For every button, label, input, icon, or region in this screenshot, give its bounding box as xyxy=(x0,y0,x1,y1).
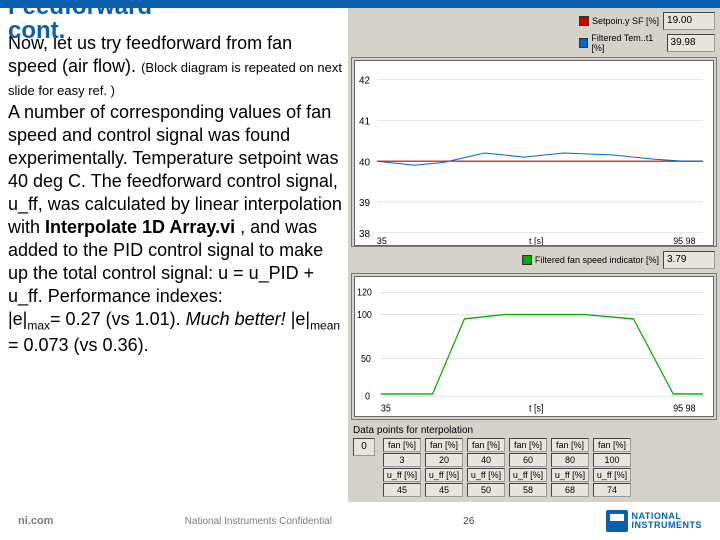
body-text: Now, let us try feedforward from fan spe… xyxy=(8,32,342,357)
svg-text:35: 35 xyxy=(377,236,387,245)
legend-item: Filtered Tem..t1 [%] 39.98 xyxy=(577,32,717,54)
perf1-b: = 0.27 (vs 1.01). xyxy=(50,309,186,329)
interp-col: fan [%]80u_ff [%]68 xyxy=(551,438,589,497)
temperature-chart: 42 41 40 39 38 35 95 98 t [s] xyxy=(351,57,717,247)
col-fan-val[interactable]: 100 xyxy=(593,453,631,467)
interp-col: fan [%]60u_ff [%]58 xyxy=(509,438,547,497)
ni-logo: NATIONAL INSTRUMENTS xyxy=(606,510,703,532)
svg-text:95 98: 95 98 xyxy=(673,403,695,415)
col-lab: u_ff [%] xyxy=(509,468,547,482)
title-line-2: cont. xyxy=(8,20,152,42)
swatch-icon xyxy=(522,255,532,265)
fanspeed-chart: 120 100 50 0 35 95 98 t [s] xyxy=(351,273,717,420)
col-hdr: fan [%] xyxy=(467,438,505,452)
perf1-c: Much better! xyxy=(186,309,286,329)
chart1-legend: Setpoin.y SF [%] 19.00 Filtered Tem..t1 … xyxy=(577,11,717,54)
col-uff-val[interactable]: 45 xyxy=(383,483,421,497)
col-fan-val[interactable]: 80 xyxy=(551,453,589,467)
svg-text:50: 50 xyxy=(361,354,371,366)
col-uff-val[interactable]: 74 xyxy=(593,483,631,497)
svg-text:t [s]: t [s] xyxy=(529,403,543,415)
legend-item: Setpoin.y SF [%] 19.00 xyxy=(577,11,717,31)
footer-left: ni.com xyxy=(18,515,53,527)
interp-col: fan [%]3u_ff [%]45 xyxy=(383,438,421,497)
plot-area[interactable]: 120 100 50 0 35 95 98 t [s] xyxy=(354,276,714,417)
footer: ni.com National Instruments Confidential… xyxy=(0,502,720,540)
col-lab: u_ff [%] xyxy=(467,468,505,482)
svg-text:0: 0 xyxy=(365,391,370,403)
col-fan-val[interactable]: 20 xyxy=(425,453,463,467)
col-hdr: fan [%] xyxy=(593,438,631,452)
brand-2: INSTRUMENTS xyxy=(632,521,703,530)
svg-text:41: 41 xyxy=(359,116,370,127)
swatch-icon xyxy=(579,38,588,48)
col-uff-val[interactable]: 50 xyxy=(467,483,505,497)
interp-col: fan [%]20u_ff [%]45 xyxy=(425,438,463,497)
left-column: Feedforward cont. Now, let us try feedfo… xyxy=(0,8,348,502)
legend-label: Setpoin.y SF [%] xyxy=(592,16,659,26)
svg-text:120: 120 xyxy=(357,287,372,299)
col-uff-val[interactable]: 58 xyxy=(509,483,547,497)
chart-svg: 42 41 40 39 38 35 95 98 t [s] xyxy=(355,61,713,245)
plot-area[interactable]: 42 41 40 39 38 35 95 98 t [s] xyxy=(354,60,714,246)
svg-text:100: 100 xyxy=(357,309,372,321)
interp-title: Data points for nterpolation xyxy=(353,425,715,436)
page: Feedforward cont. Now, let us try feedfo… xyxy=(0,8,720,502)
legend-value[interactable]: 39.98 xyxy=(667,34,715,52)
interp-grid: 0 fan [%]3u_ff [%]45fan [%]20u_ff [%]45f… xyxy=(353,438,715,497)
col-uff-val[interactable]: 68 xyxy=(551,483,589,497)
col-fan-val[interactable]: 3 xyxy=(383,453,421,467)
perf2-a: |e| xyxy=(291,309,310,329)
perf2-b: = 0.073 (vs 0.36). xyxy=(8,335,149,355)
legend-value[interactable]: 3.79 xyxy=(663,251,715,269)
col-lab: u_ff [%] xyxy=(383,468,421,482)
index-cell[interactable]: 0 xyxy=(353,438,375,456)
chart-svg: 120 100 50 0 35 95 98 t [s] xyxy=(355,277,713,416)
legend-item: Filtered fan speed indicator [%] 3.79 xyxy=(520,250,717,270)
svg-text:35: 35 xyxy=(381,403,391,415)
svg-text:38: 38 xyxy=(359,229,370,240)
svg-text:t [s]: t [s] xyxy=(529,236,543,245)
swatch-icon xyxy=(579,16,589,26)
chart2-legend-row: Filtered fan speed indicator [%] 3.79 xyxy=(351,250,717,270)
slide-title: Feedforward cont. xyxy=(8,0,152,41)
perf1-a: |e| xyxy=(8,309,27,329)
perf2-sub: mean xyxy=(310,319,340,333)
col-fan-val[interactable]: 40 xyxy=(467,453,505,467)
svg-text:39: 39 xyxy=(359,198,370,209)
interp-col: fan [%]100u_ff [%]74 xyxy=(593,438,631,497)
col-lab: u_ff [%] xyxy=(425,468,463,482)
col-hdr: fan [%] xyxy=(509,438,547,452)
col-uff-val[interactable]: 45 xyxy=(425,483,463,497)
perf1-sub: max xyxy=(27,319,50,333)
interp-col: fan [%]40u_ff [%]50 xyxy=(467,438,505,497)
chart1-legend-row: Setpoin.y SF [%] 19.00 Filtered Tem..t1 … xyxy=(351,11,717,54)
svg-text:40: 40 xyxy=(359,157,370,168)
col-hdr: fan [%] xyxy=(425,438,463,452)
col-lab: u_ff [%] xyxy=(593,468,631,482)
legend-value[interactable]: 19.00 xyxy=(663,12,715,30)
svg-text:95 98: 95 98 xyxy=(673,236,695,245)
legend-label: Filtered fan speed indicator [%] xyxy=(535,255,659,265)
legend-label: Filtered Tem..t1 [%] xyxy=(591,33,662,53)
interpolation-table: Data points for nterpolation 0 fan [%]3u… xyxy=(351,423,717,499)
col-lab: u_ff [%] xyxy=(551,468,589,482)
col-hdr: fan [%] xyxy=(383,438,421,452)
col-fan-val[interactable]: 60 xyxy=(509,453,547,467)
col-hdr: fan [%] xyxy=(551,438,589,452)
right-column: Setpoin.y SF [%] 19.00 Filtered Tem..t1 … xyxy=(348,8,720,502)
page-number: 26 xyxy=(463,516,474,527)
svg-text:42: 42 xyxy=(359,75,370,86)
ni-mark-icon xyxy=(606,510,628,532)
para2-b: Interpolate 1D Array.vi xyxy=(45,217,235,237)
footer-confidential: National Instruments Confidential xyxy=(185,516,332,527)
